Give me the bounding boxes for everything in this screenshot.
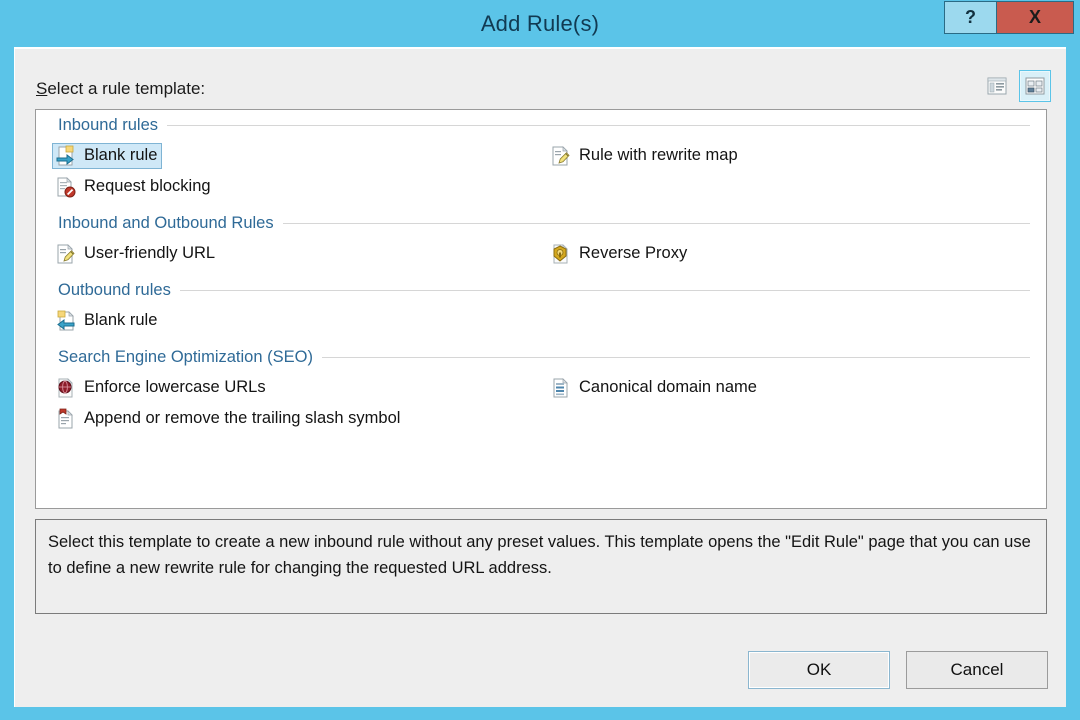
template-group: Search Engine Optimization (SEO) — [36, 342, 1046, 440]
label-rest: elect a rule template: — [47, 79, 205, 98]
accel-letter: S — [36, 79, 47, 98]
group-header-divider — [283, 223, 1030, 224]
cancel-button[interactable]: Cancel — [906, 651, 1048, 689]
group-header-divider — [167, 125, 1030, 126]
group-items: User-friendly URL — [36, 238, 1046, 275]
details-view-button[interactable] — [981, 70, 1013, 102]
template-group: Inbound and Outbound Rules — [36, 208, 1046, 275]
dialog-title: Add Rule(s) — [0, 0, 1080, 47]
dialog-body: Select a rule template: — [14, 47, 1066, 707]
close-button[interactable]: X — [997, 2, 1073, 33]
selection-highlight: Blank rule — [52, 143, 162, 169]
group-items: Enforce lowercase URLs — [36, 372, 1046, 440]
template-item-trailing-slash[interactable]: Append or remove the trailing slash symb… — [46, 403, 541, 434]
selection-highlight: Canonical domain name — [547, 375, 762, 401]
ok-button[interactable]: OK — [748, 651, 890, 689]
template-group: Inbound rules — [36, 110, 1046, 208]
selection-highlight: Request blocking — [52, 174, 216, 200]
template-item-user-friendly-url[interactable]: User-friendly URL — [46, 238, 541, 269]
request-blocking-icon — [55, 176, 77, 198]
template-item-label: Blank rule — [84, 311, 157, 330]
group-header-divider — [322, 357, 1030, 358]
canonical-domain-icon — [550, 377, 572, 399]
template-item-label: Rule with rewrite map — [579, 146, 738, 165]
dialog-footer: OK Cancel — [748, 651, 1048, 689]
tiles-view-button[interactable] — [1019, 70, 1051, 102]
group-header-label: Outbound rules — [58, 281, 180, 300]
trailing-slash-icon — [55, 408, 77, 430]
template-item-reverse-proxy[interactable]: Reverse Proxy — [541, 238, 1036, 269]
group-header-seo: Search Engine Optimization (SEO) — [36, 342, 1046, 372]
selection-highlight: Enforce lowercase URLs — [52, 375, 271, 401]
template-item-label: Append or remove the trailing slash symb… — [84, 409, 400, 428]
blank-outbound-rule-icon — [55, 310, 77, 332]
group-header-inbound-and-outbound-rules: Inbound and Outbound Rules — [36, 208, 1046, 238]
group-header-inbound-rules: Inbound rules — [36, 110, 1046, 140]
group-header-outbound-rules: Outbound rules — [36, 275, 1046, 305]
selection-highlight: Blank rule — [52, 308, 162, 334]
template-item-blank-rule-inbound[interactable]: Blank rule — [46, 140, 541, 171]
group-header-label: Search Engine Optimization (SEO) — [58, 348, 322, 367]
template-description-text: Select this template to create a new inb… — [48, 529, 1034, 581]
template-item-label: Reverse Proxy — [579, 244, 687, 263]
template-item-canonical-domain-name[interactable]: Canonical domain name — [541, 372, 1036, 403]
group-header-divider — [180, 290, 1030, 291]
list-details-icon — [986, 75, 1008, 97]
window-controls: ? X — [944, 1, 1074, 34]
template-item-label: Blank rule — [84, 146, 157, 165]
selection-highlight: Append or remove the trailing slash symb… — [52, 406, 405, 432]
rewrite-map-icon — [550, 145, 572, 167]
title-bar: Add Rule(s) ? X — [0, 0, 1080, 47]
reverse-proxy-icon — [550, 243, 572, 265]
group-header-label: Inbound rules — [58, 116, 167, 135]
template-group: Outbound rules — [36, 275, 1046, 342]
select-template-label: Select a rule template: — [36, 79, 205, 99]
help-button[interactable]: ? — [945, 2, 997, 33]
template-item-blank-rule-outbound[interactable]: Blank rule — [46, 305, 541, 336]
template-item-label: User-friendly URL — [84, 244, 215, 263]
group-header-label: Inbound and Outbound Rules — [58, 214, 283, 233]
selection-highlight: Reverse Proxy — [547, 241, 692, 267]
template-item-label: Request blocking — [84, 177, 211, 196]
lowercase-urls-icon — [55, 377, 77, 399]
view-mode-buttons — [981, 70, 1051, 102]
template-item-label: Canonical domain name — [579, 378, 757, 397]
tiles-grid-icon — [1024, 75, 1046, 97]
template-item-enforce-lowercase-urls[interactable]: Enforce lowercase URLs — [46, 372, 541, 403]
template-item-rule-with-rewrite-map[interactable]: Rule with rewrite map — [541, 140, 1036, 171]
blank-inbound-rule-icon — [55, 145, 77, 167]
selection-highlight: Rule with rewrite map — [547, 143, 743, 169]
group-items: Blank rule — [36, 305, 1046, 342]
group-items: Blank rule — [36, 140, 1046, 208]
template-item-label: Enforce lowercase URLs — [84, 378, 266, 397]
template-description-pane: Select this template to create a new inb… — [35, 519, 1047, 614]
rule-template-list[interactable]: Inbound rules — [35, 109, 1047, 509]
user-friendly-url-icon — [55, 243, 77, 265]
template-item-request-blocking[interactable]: Request blocking — [46, 171, 541, 202]
add-rules-dialog: Add Rule(s) ? X Select a rule template: — [0, 0, 1080, 720]
selection-highlight: User-friendly URL — [52, 241, 220, 267]
